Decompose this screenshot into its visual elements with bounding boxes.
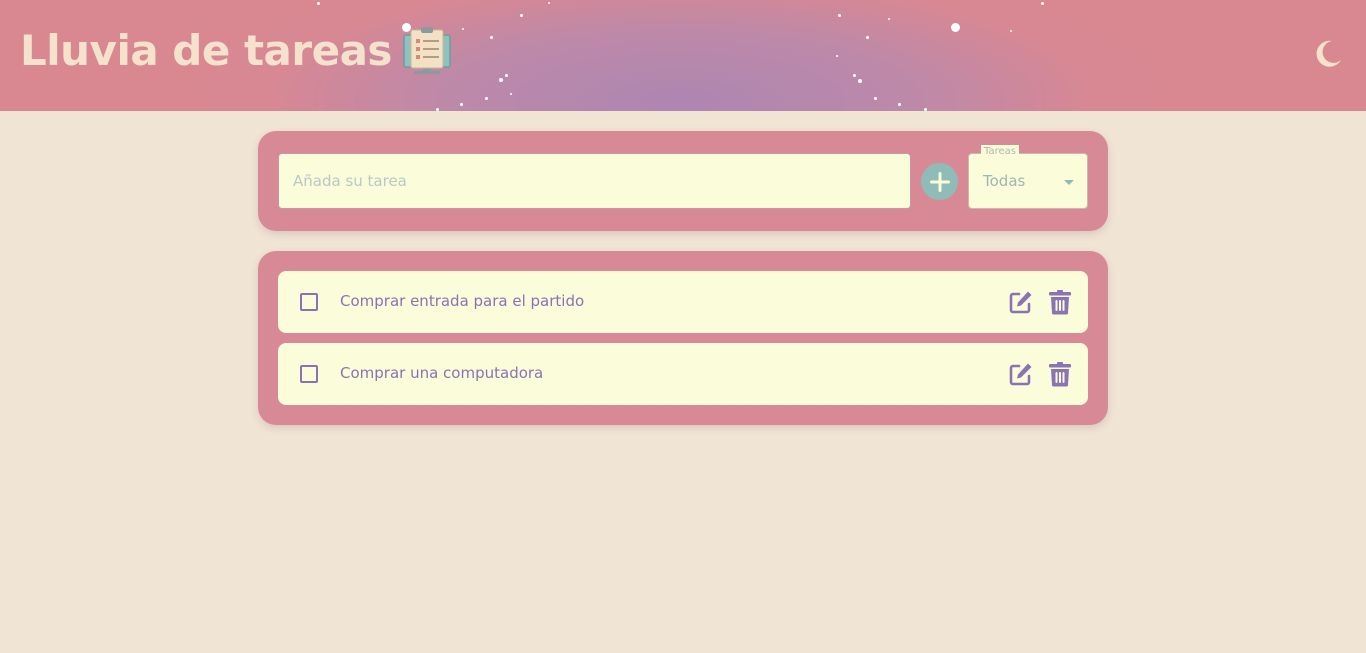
filter-legend: Tareas: [981, 145, 1019, 159]
app-header: Lluvia de tareas: [0, 0, 1366, 111]
star-decoration: [1041, 2, 1044, 5]
star-decoration: [853, 74, 856, 77]
task-filter-select[interactable]: Tareas Todas: [968, 145, 1088, 209]
star-decoration: [858, 79, 862, 83]
star-decoration: [548, 2, 550, 4]
moon-icon[interactable]: [1312, 38, 1344, 70]
task-list: Comprar entrada para el partido Comprar …: [258, 251, 1108, 425]
task-checkbox[interactable]: [300, 365, 318, 383]
star-decoration: [510, 93, 512, 95]
app-title-text: Lluvia de tareas: [20, 25, 392, 75]
filter-selected-value: Todas: [983, 172, 1026, 190]
clipboard-list-icon: [402, 26, 452, 76]
star-decoration: [505, 74, 508, 77]
star-decoration: [838, 14, 841, 17]
edit-icon[interactable]: [1008, 361, 1034, 387]
star-decoration: [874, 97, 877, 100]
task-input[interactable]: [278, 153, 911, 209]
star-decoration: [490, 36, 493, 39]
star-decoration: [499, 78, 503, 82]
edit-icon[interactable]: [1008, 289, 1034, 315]
trash-icon[interactable]: [1047, 361, 1073, 387]
star-decoration: [1010, 30, 1012, 32]
app-title: Lluvia de tareas: [20, 24, 452, 76]
trash-icon[interactable]: [1047, 289, 1073, 315]
task-checkbox[interactable]: [300, 293, 318, 311]
star-decoration: [317, 2, 320, 5]
star-decoration: [836, 55, 838, 57]
star-decoration: [866, 36, 869, 39]
star-decoration: [888, 18, 890, 20]
chevron-down-icon: [1064, 180, 1074, 185]
task-text: Comprar entrada para el partido: [340, 292, 585, 310]
star-decoration: [436, 108, 439, 111]
star-decoration: [951, 23, 960, 32]
star-decoration: [462, 28, 464, 30]
task-text: Comprar una computadora: [340, 364, 544, 382]
star-decoration: [520, 14, 523, 17]
add-task-button[interactable]: [921, 163, 958, 200]
add-task-card: Tareas Todas: [258, 131, 1108, 231]
star-decoration: [924, 108, 927, 111]
task-item: Comprar una computadora: [278, 343, 1088, 405]
star-decoration: [485, 97, 488, 100]
task-item: Comprar entrada para el partido: [278, 271, 1088, 333]
star-decoration: [898, 103, 901, 106]
star-decoration: [460, 103, 463, 106]
